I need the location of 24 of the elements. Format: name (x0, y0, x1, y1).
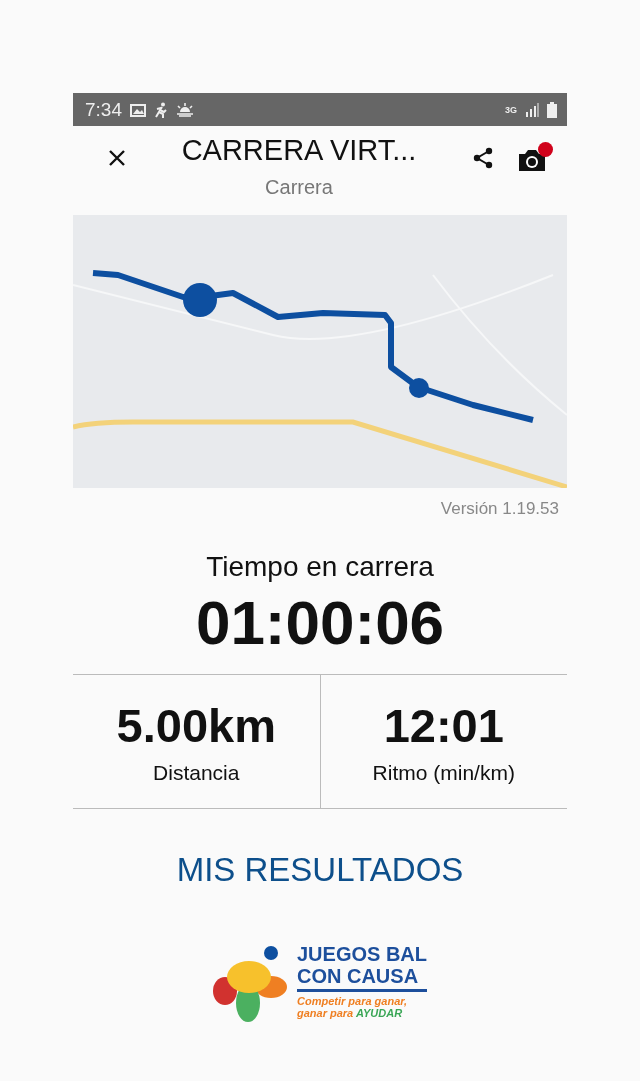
version-text: Versión 1.19.53 (439, 498, 560, 519)
running-figure-icon (154, 101, 168, 118)
logo-name: CON CAUSA (297, 965, 420, 987)
network-type: 3G (505, 104, 517, 115)
share-icon (471, 146, 495, 170)
stat-label: Ritmo (min/km) (372, 761, 515, 785)
stat-value: 12:01 (383, 698, 504, 753)
results-link[interactable]: MIS RESULTADOS (176, 851, 464, 889)
signal-icon (525, 102, 539, 117)
battery-icon (547, 101, 557, 118)
logo-tagline-emphasis: AYUDAR (355, 1007, 403, 1019)
close-icon (107, 148, 127, 168)
logo-name: JUEGOS BAL (297, 943, 427, 965)
status-time: 7:34 (85, 98, 122, 121)
logo-tagline: ganar para AYUDAR (297, 1007, 404, 1019)
stat-value: 5.00km (116, 698, 276, 753)
image-icon (130, 102, 146, 117)
sunrise-icon (176, 102, 194, 117)
race-time-value: 01:00:06 (195, 587, 445, 658)
screen-subtitle: Carrera (265, 176, 333, 199)
race-time-label: Tiempo en carrera (206, 551, 434, 583)
screen-title: CARRERA VIRT... (181, 134, 417, 167)
stat-label: Distancia (153, 761, 240, 785)
logo-tagline: Competir para ganar, (297, 995, 409, 1007)
